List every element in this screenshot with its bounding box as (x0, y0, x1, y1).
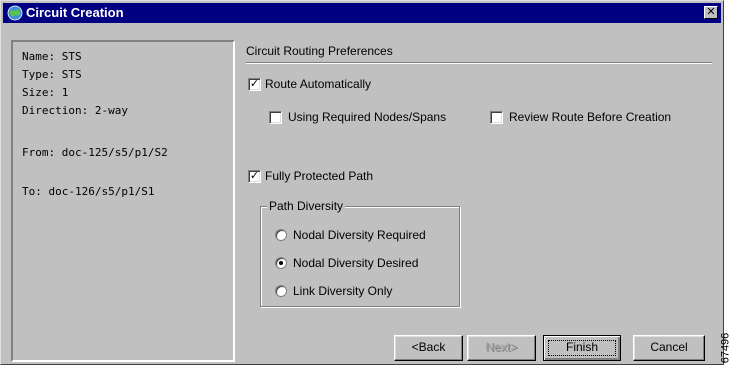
next-button[interactable]: Next> (467, 335, 536, 361)
title-bar[interactable]: Circuit Creation ✕ (3, 3, 721, 23)
info-type: Type: STS (22, 68, 82, 81)
nodal-diversity-required-label[interactable]: Nodal Diversity Required (293, 228, 426, 242)
finish-button[interactable]: Finish (543, 335, 621, 361)
review-route-checkbox[interactable] (490, 111, 503, 124)
fully-protected-path-checkbox[interactable]: ✓ (248, 170, 261, 183)
section-title: Circuit Routing Preferences (246, 44, 393, 58)
checkmark-icon: ✓ (249, 170, 260, 182)
review-route-label[interactable]: Review Route Before Creation (509, 110, 671, 124)
route-automatically-label[interactable]: Route Automatically (265, 77, 371, 91)
link-diversity-only-label[interactable]: Link Diversity Only (293, 284, 392, 298)
link-diversity-only-radio[interactable] (275, 285, 287, 297)
path-diversity-title: Path Diversity (267, 199, 346, 213)
route-automatically-checkbox[interactable]: ✓ (248, 78, 261, 91)
close-icon: ✕ (706, 6, 716, 18)
info-name: Name: STS (22, 50, 82, 63)
info-direction: Direction: 2-way (22, 104, 128, 117)
info-from: From: doc-125/s5/p1/S2 (22, 146, 168, 159)
radio-selected-dot (279, 261, 283, 265)
window-title: Circuit Creation (26, 5, 124, 20)
info-size: Size: 1 (22, 86, 69, 99)
cancel-button[interactable]: Cancel (633, 335, 705, 361)
figure-id: 67496 (719, 328, 735, 368)
using-required-nodes-checkbox[interactable] (269, 111, 282, 124)
focus-indicator (548, 340, 616, 356)
app-globe-icon (7, 5, 23, 21)
close-button[interactable]: ✕ (704, 6, 718, 19)
fully-protected-path-label[interactable]: Fully Protected Path (265, 169, 373, 183)
circuit-creation-dialog: Circuit Creation ✕ Name: STS Type: STS S… (0, 0, 724, 365)
section-divider (246, 62, 712, 64)
info-to: To: doc-126/s5/p1/S1 (22, 185, 155, 198)
nodal-diversity-desired-radio[interactable] (275, 257, 287, 269)
using-required-nodes-label[interactable]: Using Required Nodes/Spans (288, 110, 446, 124)
nodal-diversity-desired-label[interactable]: Nodal Diversity Desired (293, 256, 418, 270)
figure-id-text: 67496 (719, 332, 732, 364)
checkmark-icon: ✓ (249, 78, 260, 90)
back-button[interactable]: <Back (394, 335, 463, 361)
circuit-info-panel: Name: STS Type: STS Size: 1 Direction: 2… (11, 40, 235, 362)
nodal-diversity-required-radio[interactable] (275, 229, 287, 241)
